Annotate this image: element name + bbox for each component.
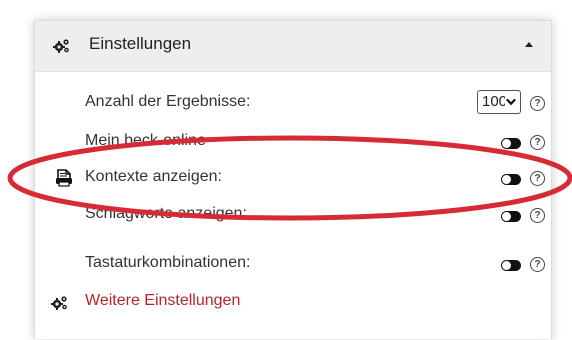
more-settings-row: Weitere Einstellungen bbox=[35, 284, 551, 320]
chevron-down-icon bbox=[505, 96, 517, 108]
caret-up-icon[interactable] bbox=[525, 42, 533, 47]
help-icon[interactable]: ? bbox=[530, 171, 545, 186]
setting-label: Kontexte anzeigen: bbox=[85, 168, 222, 185]
setting-label: Anzahl der Ergebnisse: bbox=[85, 93, 251, 110]
screenshot-stage: Einstellungen Anzahl der Ergebnisse: 100… bbox=[0, 0, 572, 340]
setting-label: Tastaturkombinationen: bbox=[85, 254, 251, 271]
help-icon[interactable]: ? bbox=[530, 135, 545, 150]
setting-row-schlagworte: Schlagworte anzeigen: ? bbox=[35, 197, 551, 233]
help-icon[interactable]: ? bbox=[530, 96, 545, 111]
settings-panel: Einstellungen Anzahl der Ergebnisse: 100… bbox=[34, 20, 552, 339]
settings-header[interactable]: Einstellungen bbox=[35, 21, 551, 72]
select-value: 100 bbox=[482, 93, 508, 110]
settings-title: Einstellungen bbox=[89, 34, 192, 53]
toggle-switch[interactable] bbox=[501, 260, 521, 271]
document-print-icon bbox=[56, 169, 72, 187]
setting-row-mein-beck-online: Mein beck-online ? bbox=[35, 124, 551, 160]
setting-row-tastatur: Tastaturkombinationen: ? bbox=[35, 246, 551, 282]
help-icon[interactable]: ? bbox=[530, 208, 545, 223]
setting-label: Mein beck-online bbox=[85, 132, 206, 149]
gears-icon bbox=[51, 296, 67, 310]
more-settings-link[interactable]: Weitere Einstellungen bbox=[85, 292, 240, 310]
setting-row-kontexte: Kontexte anzeigen: ? bbox=[35, 160, 551, 196]
setting-row-results-count: Anzahl der Ergebnisse: 100 ? bbox=[35, 85, 551, 121]
gears-icon bbox=[53, 39, 69, 53]
toggle-switch[interactable] bbox=[501, 138, 521, 149]
toggle-switch[interactable] bbox=[501, 174, 521, 185]
setting-label: Schlagworte anzeigen: bbox=[85, 205, 247, 222]
toggle-switch[interactable] bbox=[501, 211, 521, 222]
results-count-select[interactable]: 100 bbox=[477, 90, 521, 114]
help-icon[interactable]: ? bbox=[530, 257, 545, 272]
